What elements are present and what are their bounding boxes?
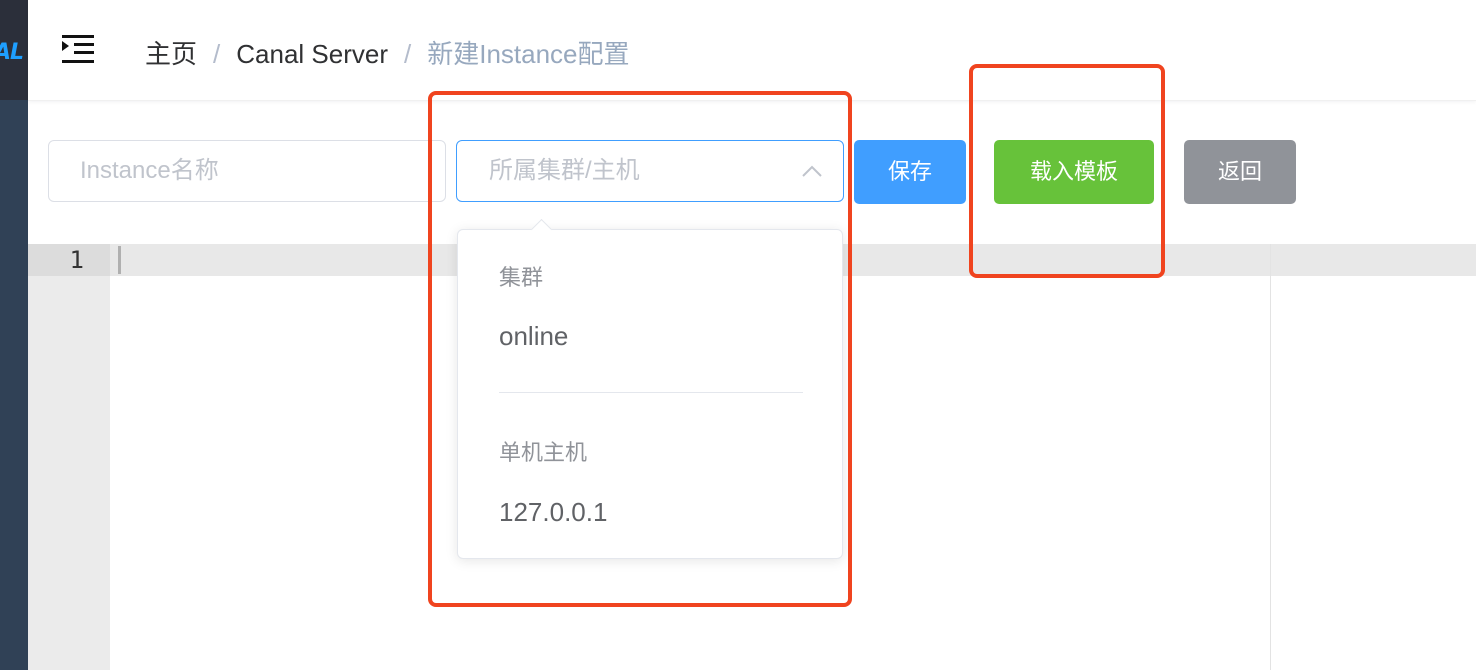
chevron-up-icon	[802, 165, 822, 177]
option-online[interactable]: online	[499, 321, 568, 352]
editor-gutter: 1	[28, 244, 110, 670]
load-template-button[interactable]: 载入模板	[994, 140, 1154, 204]
instance-name-input[interactable]: Instance名称	[48, 140, 446, 202]
dropdown-arrow	[530, 218, 553, 241]
navbar: 主页 / Canal Server / 新建Instance配置	[28, 0, 1476, 101]
group-divider	[499, 392, 803, 393]
print-margin	[1270, 244, 1271, 670]
breadcrumb: 主页 / Canal Server / 新建Instance配置	[145, 34, 630, 71]
sidebar: AL	[0, 0, 28, 670]
option-127-0-0-1[interactable]: 127.0.0.1	[499, 497, 607, 528]
cluster-dropdown: 集群 online 单机主机 127.0.0.1	[457, 218, 843, 559]
instance-name-placeholder: Instance名称	[80, 157, 219, 184]
group-title-cluster: 集群	[499, 265, 544, 290]
logo: AL	[0, 40, 24, 65]
breadcrumb-home[interactable]: 主页	[145, 39, 197, 69]
breadcrumb-canal-server[interactable]: Canal Server	[236, 39, 388, 69]
cluster-select-placeholder: 所属集群/主机	[489, 157, 640, 184]
line-number: 1	[69, 246, 84, 274]
breadcrumb-separator: /	[213, 39, 221, 69]
group-title-standalone-host: 单机主机	[499, 440, 588, 465]
back-button[interactable]: 返回	[1184, 140, 1296, 204]
text-cursor	[118, 246, 121, 274]
breadcrumb-current: 新建Instance配置	[427, 39, 630, 69]
cluster-host-select[interactable]: 所属集群/主机	[456, 140, 844, 202]
outdent-icon[interactable]	[62, 34, 96, 64]
logo-area[interactable]: AL	[0, 0, 28, 100]
save-button[interactable]: 保存	[854, 140, 966, 204]
breadcrumb-separator: /	[403, 39, 412, 69]
